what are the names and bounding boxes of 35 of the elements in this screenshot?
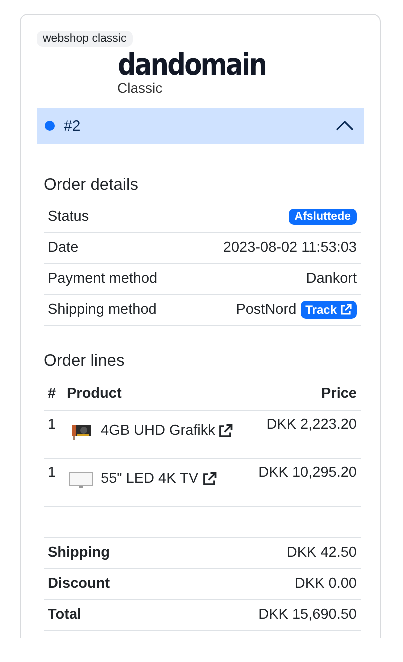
order-number: #2 (64, 118, 81, 134)
detail-value: 2023-08-02 11:53:03 (223, 240, 357, 256)
status-badge: Afsluttede (288, 209, 357, 225)
detail-value: Dankort (306, 271, 357, 287)
external-link-icon (340, 304, 352, 316)
total-label: Total (48, 607, 82, 623)
detail-label: Payment method (48, 271, 158, 287)
column-header: # (48, 386, 58, 402)
column-header: Product (67, 386, 123, 402)
track-link[interactable]: Track (300, 301, 357, 319)
external-link-icon (202, 472, 217, 486)
order-accordion-header[interactable]: #2 (37, 108, 364, 144)
detail-label: Shipping method (48, 302, 157, 318)
product-link[interactable]: 55" LED 4K TV (101, 471, 217, 487)
external-link-icon (218, 424, 234, 438)
column-header: Price (322, 386, 357, 402)
total-value: DKK 0.00 (294, 576, 357, 592)
platform-tag: webshop classic (37, 31, 133, 47)
total-label: Discount (48, 576, 110, 592)
detail-label: Date (48, 240, 79, 256)
total-label: Shipping (48, 545, 110, 561)
chevron-icon (336, 121, 354, 131)
section-title: Order details (44, 176, 140, 195)
quantity-cell-text: 1 (48, 417, 58, 433)
price-cell: DKK 10,295.20 (258, 465, 357, 481)
logo-subtitle: Classic (118, 81, 163, 96)
logo-wordmark: dandomain (118, 51, 266, 81)
total-value: DKK 42.50 (286, 545, 357, 561)
detail-label: Status (48, 209, 90, 225)
quantity-cell-text: 1 (48, 465, 58, 481)
detail-value: PostNord (236, 302, 297, 318)
section-title: Order lines (44, 352, 126, 371)
total-value: DKK 15,690.50 (258, 607, 357, 623)
product-link[interactable]: 4GB UHD Grafikk (101, 423, 234, 439)
price-cell: DKK 2,223.20 (266, 417, 357, 433)
